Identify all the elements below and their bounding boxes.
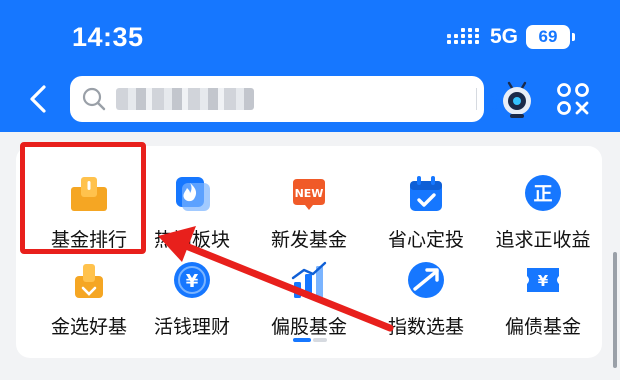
grid-item-index-pick[interactable]: 指数选基 xyxy=(367,240,485,338)
page-indicator xyxy=(293,338,327,342)
bond-badge-text: ¥ xyxy=(538,272,549,290)
status-bar: 14:35 5G 69 xyxy=(0,0,620,72)
search-icon xyxy=(82,87,106,111)
grid-item-flexible-money[interactable]: ¥ 活钱理财 xyxy=(133,240,251,338)
signal-icon xyxy=(447,28,479,44)
new-badge-icon: NEW xyxy=(293,179,325,210)
battery-indicator: 69 xyxy=(526,25,575,49)
bar-chart-icon xyxy=(291,261,327,298)
calendar-check-icon xyxy=(410,176,442,211)
status-time: 14:35 xyxy=(72,22,144,52)
grid-item-equity-fund[interactable]: 偏股基金 xyxy=(250,240,368,338)
grid-item-label: 指数选基 xyxy=(387,317,464,338)
redacted-search-text xyxy=(116,88,254,110)
page-indicator-inactive xyxy=(313,338,327,342)
gold-pick-icon xyxy=(75,264,103,298)
network-type: 5G xyxy=(490,25,519,48)
yuan-badge-text: ¥ xyxy=(186,271,199,292)
scan-icon[interactable] xyxy=(556,82,590,116)
grid-item-label: 偏债基金 xyxy=(504,317,581,338)
positive-return-icon: 正 xyxy=(525,175,561,211)
new-badge-text: NEW xyxy=(295,187,324,200)
positive-badge-text: 正 xyxy=(533,183,552,205)
scrollbar[interactable] xyxy=(613,252,617,368)
hot-sector-icon xyxy=(176,177,210,211)
top-bar: 14:35 5G 69 搜索 xyxy=(0,0,620,132)
page-indicator-active xyxy=(293,338,311,342)
grid-item-label: 金选好基 xyxy=(50,317,127,338)
index-trend-icon xyxy=(408,262,444,298)
grid-item-label: 活钱理财 xyxy=(153,317,230,338)
grid-item-auto-invest[interactable]: 省心定投 xyxy=(367,153,485,251)
grid-item-positive-return[interactable]: 正 追求正收益 xyxy=(484,153,602,251)
grid-item-new-fund[interactable]: NEW 新发基金 xyxy=(250,153,368,251)
back-arrow-icon[interactable] xyxy=(24,84,54,114)
search-divider xyxy=(476,88,477,110)
search-bar[interactable]: 搜索 xyxy=(70,76,531,122)
yuan-coin-icon: ¥ xyxy=(174,262,210,298)
grid-item-bond-fund[interactable]: ¥ 偏债基金 xyxy=(484,240,602,338)
robot-assistant-icon[interactable] xyxy=(497,79,537,119)
annotation-highlight-box xyxy=(20,142,146,254)
grid-item-hot-sector[interactable]: 热门板块 xyxy=(133,153,251,251)
bond-ticket-icon: ¥ xyxy=(527,268,559,292)
grid-item-label: 偏股基金 xyxy=(270,317,347,338)
